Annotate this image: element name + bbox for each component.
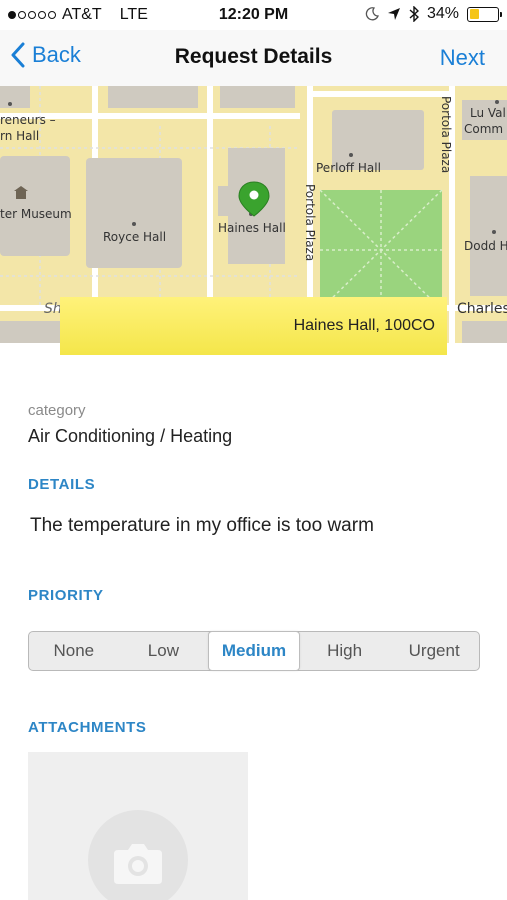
- priority-option-urgent[interactable]: Urgent: [389, 632, 479, 670]
- chevron-left-icon: [11, 42, 25, 68]
- location-arrow-icon: [387, 8, 400, 20]
- priority-option-medium[interactable]: Medium: [208, 631, 300, 671]
- battery-percent: 34%: [426, 5, 459, 22]
- battery-icon: [467, 6, 502, 22]
- next-button[interactable]: Next: [440, 45, 485, 71]
- back-button-label: Back: [32, 42, 81, 67]
- details-header: DETAILS: [28, 476, 96, 493]
- map-label-entrepreneurs: reneurs –: [0, 113, 56, 127]
- map-label-portola-plaza-2: Portola Plaza: [439, 96, 453, 173]
- map-label-lu-valle-2: Comm: [464, 122, 503, 136]
- category-value[interactable]: Air Conditioning / Heating: [28, 426, 232, 447]
- location-label: Haines Hall, 100CO: [293, 317, 435, 334]
- attachments-header: ATTACHMENTS: [28, 719, 147, 736]
- status-bar: AT&T LTE 12:20 PM 34%: [0, 0, 507, 30]
- back-button[interactable]: Back: [10, 42, 81, 68]
- priority-header: PRIORITY: [28, 587, 104, 604]
- map-label-perloff-hall: Perloff Hall: [316, 161, 381, 175]
- map-label-museum: ter Museum: [0, 207, 72, 221]
- priority-segmented-control: None Low Medium High Urgent: [28, 631, 480, 671]
- map-label-royce-hall: Royce Hall: [103, 230, 166, 244]
- priority-option-none[interactable]: None: [29, 632, 119, 670]
- bluetooth-icon: [409, 6, 419, 22]
- status-bar-right: 34%: [365, 5, 502, 23]
- navigation-bar: Back Request Details Next: [0, 30, 507, 86]
- battery-fill: [469, 9, 479, 19]
- category-label: category: [28, 402, 86, 419]
- details-text[interactable]: The temperature in my office is too warm: [30, 515, 374, 537]
- moon-icon: [365, 7, 379, 21]
- map-label-dodd: Dodd H: [464, 239, 507, 253]
- priority-option-high[interactable]: High: [300, 632, 390, 670]
- camera-icon: [114, 844, 162, 884]
- add-attachment-button[interactable]: [28, 752, 248, 900]
- map-label-lu-valle-1: Lu Val: [470, 106, 506, 120]
- map-label-portola-plaza-1: Portola Plaza: [303, 184, 317, 261]
- priority-option-low[interactable]: Low: [119, 632, 209, 670]
- map-label-haines-hall: Haines Hall: [218, 221, 286, 235]
- location-banner: Haines Hall, 100CO: [60, 297, 447, 355]
- map-label-hall-left: rn Hall: [0, 129, 39, 143]
- map-label-charles: Charles: [457, 301, 507, 317]
